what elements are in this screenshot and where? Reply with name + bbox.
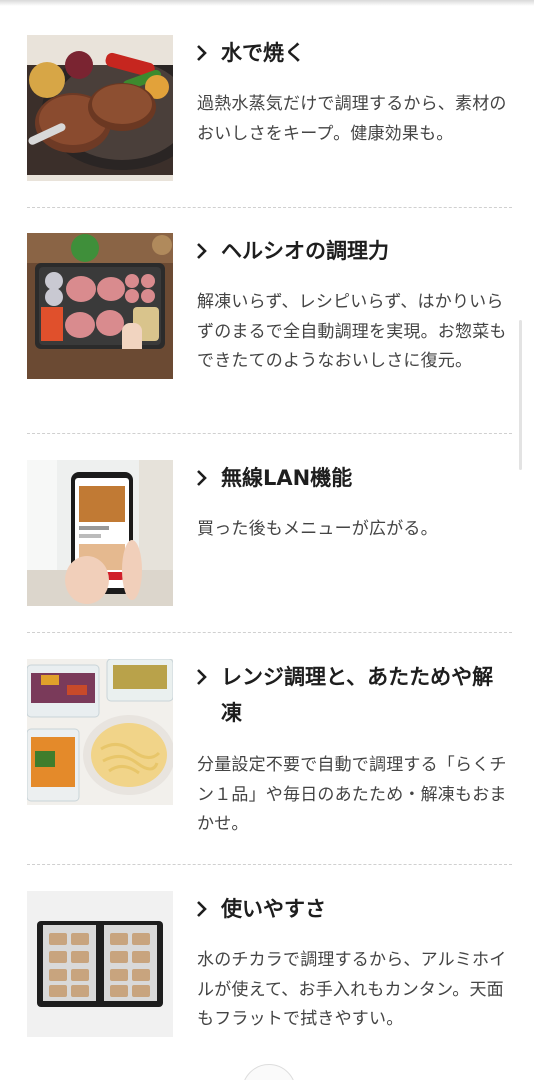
feature-description: 買った後もメニューが広がる。 bbox=[197, 519, 438, 539]
flat-tray-photo[interactable] bbox=[27, 891, 173, 1037]
feature-title: レンジ調理と、あたためや解凍 bbox=[221, 665, 494, 725]
feature-title-link[interactable]: 使いやすさ bbox=[196, 891, 512, 927]
feature-title: ヘルシオの調理力 bbox=[221, 239, 389, 263]
divider bbox=[27, 433, 512, 434]
divider bbox=[27, 864, 512, 865]
top-shadow bbox=[0, 0, 534, 6]
feature-title: 無線LAN機能 bbox=[221, 466, 353, 490]
feature-title-link[interactable]: 無線LAN機能 bbox=[196, 460, 512, 496]
feature-title-link[interactable]: レンジ調理と、あたためや解凍 bbox=[196, 659, 512, 731]
chevron-right-icon bbox=[196, 35, 221, 71]
smartphone-app-photo[interactable] bbox=[27, 460, 173, 606]
feature-title-link[interactable]: ヘルシオの調理力 bbox=[196, 233, 512, 269]
pasta-containers-photo[interactable] bbox=[27, 659, 173, 805]
feature-description: 解凍いらず、レシピいらず、はかりいらずのまるで全自動調理を実現。お惣菜もできたて… bbox=[197, 292, 507, 371]
chevron-right-icon bbox=[196, 891, 221, 927]
hamburg-steak-photo[interactable] bbox=[27, 35, 173, 181]
feature-description: 過熱水蒸気だけで調理するから、素材のおいしさをキープ。健康効果も。 bbox=[197, 94, 507, 144]
feature-title: 使いやすさ bbox=[221, 897, 326, 921]
page-top-button[interactable] bbox=[242, 1064, 296, 1080]
feature-description: 水のチカラで調理するから、アルミホイルが使えて、お手入れもカンタン。天面もフラッ… bbox=[197, 950, 507, 1029]
divider bbox=[27, 632, 512, 633]
feature-title: 水で焼く bbox=[221, 41, 305, 65]
chevron-right-icon bbox=[196, 659, 221, 695]
feature-title-link[interactable]: 水で焼く bbox=[196, 35, 512, 71]
divider bbox=[27, 207, 512, 208]
feature-description: 分量設定不要で自動で調理する「らくチン１品」や毎日のあたため・解凍もおまかせ。 bbox=[197, 755, 507, 834]
tray-cooking-photo[interactable] bbox=[27, 233, 173, 379]
scrollbar[interactable] bbox=[519, 320, 522, 470]
chevron-right-icon bbox=[196, 233, 221, 269]
chevron-right-icon bbox=[196, 460, 221, 496]
